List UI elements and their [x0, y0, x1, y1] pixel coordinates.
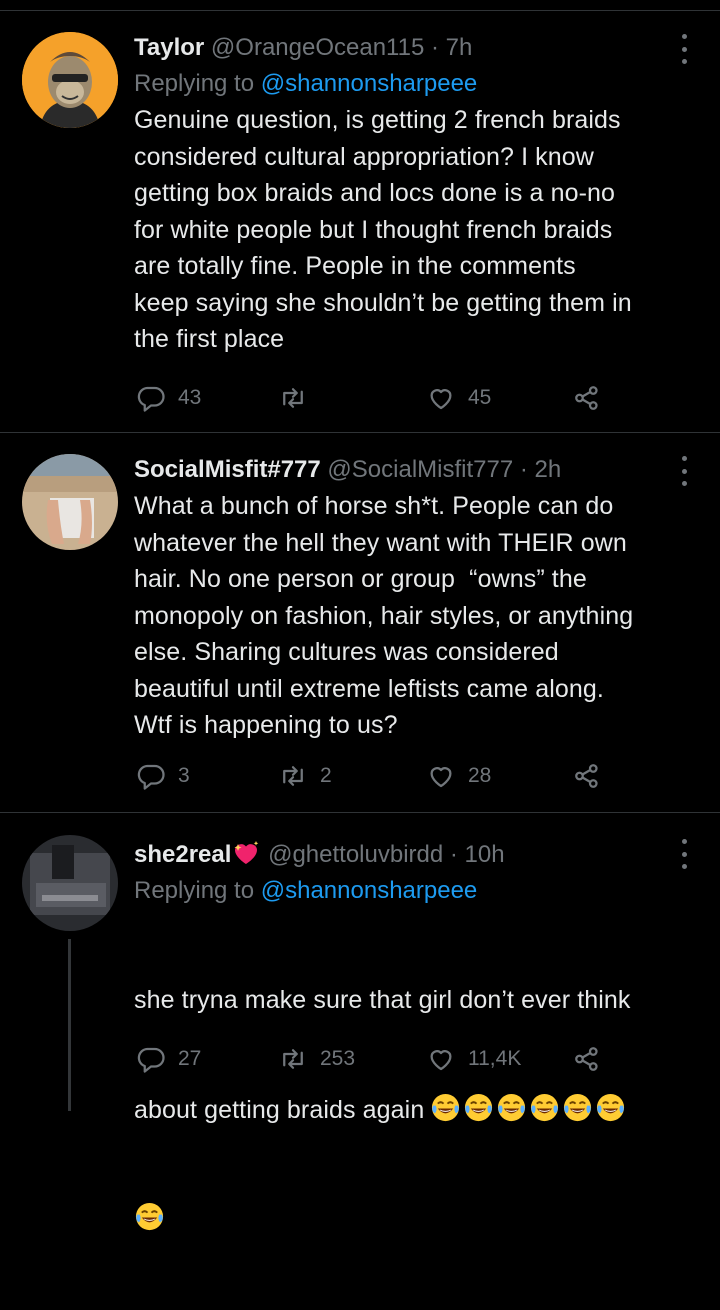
share-button[interactable]: [572, 758, 602, 794]
mention-link[interactable]: @shannonsharpeee: [261, 877, 478, 904]
sparkling-heart-icon: [234, 841, 259, 864]
share-icon: [575, 386, 598, 410]
like-button[interactable]: 11,4K: [426, 1041, 521, 1077]
handle[interactable]: @SocialMisfit777: [327, 456, 513, 483]
timestamp[interactable]: · 7h: [431, 34, 472, 61]
feet-photo-avatar-icon[interactable]: [22, 454, 118, 550]
reply-button[interactable]: 27: [136, 1041, 201, 1077]
like-count: 28: [468, 764, 492, 787]
display-name[interactable]: she2real: [134, 841, 231, 868]
like-count: 45: [468, 386, 492, 409]
tweet-divider: [0, 812, 720, 813]
tweet-header: Taylor @OrangeOcean115 · 7h: [134, 30, 704, 66]
tears-of-joy-emoji-icon: [465, 1093, 493, 1121]
heart-icon: [430, 389, 452, 410]
tears-of-joy-emoji-icon: [135, 1202, 164, 1231]
action-bar: 43 45: [134, 380, 634, 416]
retweet-icon: [283, 766, 303, 786]
retweet-count: 2: [320, 764, 332, 787]
retweet-button[interactable]: 2: [278, 758, 332, 794]
tweet-header: she2real @ghettoluvbirdd · 10h: [134, 837, 704, 873]
tears-of-joy-emoji-icon: [432, 1093, 460, 1121]
tweet-text: she tryna make sure that girl don’t ever…: [134, 909, 704, 1310]
replying-to: Replying to @shannonsharpeee: [134, 873, 704, 909]
tweet-text-line-2: about getting braids again: [134, 1092, 704, 1129]
tweet-2[interactable]: SocialMisfit#777 @SocialMisfit777 · 2h W…: [0, 452, 720, 812]
share-icon: [575, 1047, 598, 1071]
handle[interactable]: @ghettoluvbirdd: [268, 841, 443, 868]
share-icon: [575, 764, 598, 788]
timestamp[interactable]: · 10h: [450, 841, 505, 868]
tweet-divider: [0, 432, 720, 433]
action-bar: 27 253 11,4K: [134, 1041, 634, 1077]
tweet-text-line-1: she tryna make sure that girl don’t ever…: [134, 986, 631, 1014]
heart-icon: [430, 767, 452, 788]
retweet-icon: [283, 1049, 303, 1069]
thread-line: [68, 939, 71, 1111]
reply-icon: [137, 1047, 165, 1073]
dark-photo-avatar-icon[interactable]: [22, 835, 118, 931]
display-name[interactable]: SocialMisfit#777: [134, 456, 321, 483]
like-button[interactable]: 45: [426, 380, 491, 416]
tweet-1[interactable]: Taylor @OrangeOcean115 · 7h Replying to …: [0, 30, 720, 430]
reply-button[interactable]: 43: [136, 380, 201, 416]
replying-prefix: Replying to: [134, 877, 261, 904]
replying-to: Replying to @shannonsharpeee: [134, 66, 704, 102]
more-options-icon[interactable]: [674, 456, 694, 486]
top-divider: [0, 0, 720, 11]
more-options-icon[interactable]: [674, 34, 694, 64]
reply-icon: [137, 764, 165, 790]
reply-icon: [137, 386, 165, 412]
tears-of-joy-emoji-icon: [597, 1093, 625, 1121]
reply-count: 3: [178, 764, 190, 787]
like-button[interactable]: 28: [426, 758, 491, 794]
retweet-button[interactable]: [278, 380, 320, 416]
replying-prefix: Replying to: [134, 70, 261, 97]
display-name[interactable]: Taylor: [134, 34, 204, 61]
emoji-row: [134, 1201, 704, 1237]
ape-avatar-icon[interactable]: [22, 32, 118, 128]
retweet-button[interactable]: 253: [278, 1041, 355, 1077]
tweet-text: Genuine question, is getting 2 french br…: [134, 106, 632, 353]
tears-of-joy-emoji-icon: [564, 1093, 592, 1121]
mention-link[interactable]: @shannonsharpeee: [261, 70, 478, 97]
action-bar: 3 2 28: [134, 758, 634, 794]
more-options-icon[interactable]: [674, 839, 694, 869]
handle[interactable]: @OrangeOcean115: [211, 34, 424, 61]
reply-button[interactable]: 3: [136, 758, 190, 794]
tears-of-joy-emoji-icon: [498, 1093, 526, 1121]
reply-count: 27: [178, 1047, 202, 1070]
tweet-3[interactable]: she2real @ghettoluvbirdd · 10h Replying …: [0, 835, 720, 1231]
tweet-header: SocialMisfit#777 @SocialMisfit777 · 2h: [134, 452, 704, 488]
share-button[interactable]: [572, 1041, 602, 1077]
like-count: 11,4K: [468, 1047, 522, 1070]
tears-of-joy-emoji-icon: [531, 1093, 559, 1121]
emoji-row: [430, 1093, 628, 1124]
tweet-text-line-2-words: about getting braids again: [134, 1095, 425, 1124]
share-button[interactable]: [572, 380, 602, 416]
timestamp[interactable]: · 2h: [520, 456, 561, 483]
heart-icon: [430, 1050, 452, 1071]
tweet-text: What a bunch of horse sh*t. People can d…: [134, 492, 634, 739]
reply-count: 43: [178, 386, 202, 409]
retweet-count: 253: [320, 1047, 356, 1070]
retweet-icon: [283, 388, 303, 408]
